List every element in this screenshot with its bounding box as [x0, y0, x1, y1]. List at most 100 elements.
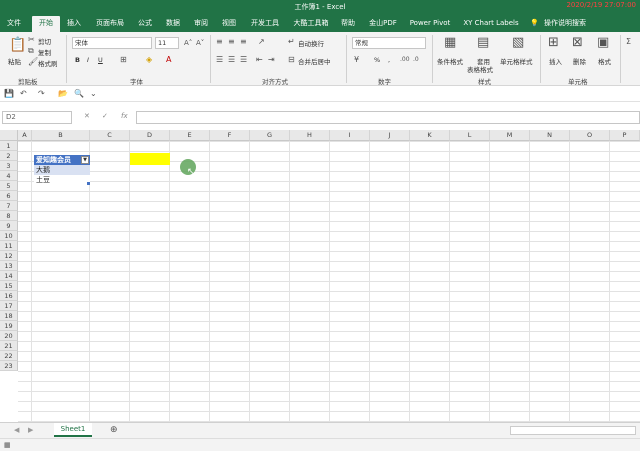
decrease-indent-icon[interactable]: ⇤ — [256, 56, 263, 64]
add-sheet-button[interactable]: ⊕ — [110, 426, 118, 435]
tab-toolbox[interactable]: 大酷工具箱 — [290, 17, 332, 30]
sheet-tab[interactable]: Sheet1 — [54, 423, 92, 437]
underline-button[interactable]: U — [98, 56, 103, 64]
row-header-8[interactable]: 8 — [0, 211, 18, 221]
row-header-11[interactable]: 11 — [0, 241, 18, 251]
row-header-6[interactable]: 6 — [0, 191, 18, 201]
align-bottom-icon[interactable]: ≡ — [240, 38, 247, 46]
column-header-k[interactable]: K — [410, 130, 450, 141]
next-sheet-icon[interactable]: ▶ — [28, 426, 33, 434]
fill-color-icon[interactable]: ◈ — [146, 56, 152, 64]
table-resize-handle[interactable] — [87, 182, 90, 185]
tab-file[interactable]: 文件 — [4, 17, 24, 30]
row-header-13[interactable]: 13 — [0, 261, 18, 271]
tab-data[interactable]: 数据 — [163, 17, 183, 30]
table-row[interactable]: 大鹅 — [34, 165, 90, 175]
column-header-p[interactable]: P — [610, 130, 640, 141]
column-header-a[interactable]: A — [18, 130, 32, 141]
row-header-12[interactable]: 12 — [0, 251, 18, 261]
open-folder-icon[interactable]: 📂 — [58, 90, 68, 98]
border-icon[interactable]: ⊞ — [120, 56, 127, 64]
column-header-d[interactable]: D — [130, 130, 170, 141]
percent-button[interactable]: % — [374, 56, 380, 64]
align-center-icon[interactable]: ☰ — [228, 56, 235, 64]
column-header-j[interactable]: J — [370, 130, 410, 141]
selected-cell-d2[interactable] — [130, 153, 170, 165]
increase-indent-icon[interactable]: ⇥ — [268, 56, 275, 64]
tab-help[interactable]: 帮助 — [338, 17, 358, 30]
tab-formulas[interactable]: 公式 — [135, 17, 155, 30]
column-header-n[interactable]: N — [530, 130, 570, 141]
tab-page-layout[interactable]: 页面布局 — [92, 17, 128, 30]
tab-wps-pdf[interactable]: 金山PDF — [366, 17, 400, 30]
row-header-15[interactable]: 15 — [0, 281, 18, 291]
align-left-icon[interactable]: ☰ — [216, 56, 223, 64]
horizontal-scrollbar[interactable] — [510, 426, 636, 435]
orientation-icon[interactable]: ↗ — [258, 38, 265, 46]
increase-decimal-icon[interactable]: .00 — [400, 56, 410, 64]
row-header-22[interactable]: 22 — [0, 351, 18, 361]
wrap-text-button[interactable]: 自动换行 — [298, 38, 324, 48]
column-header-l[interactable]: L — [450, 130, 490, 141]
format-painter-button[interactable]: 格式刷 — [38, 58, 58, 68]
bold-button[interactable]: B — [75, 56, 80, 64]
grow-font-icon[interactable]: A˄ — [184, 39, 192, 47]
row-header-9[interactable]: 9 — [0, 221, 18, 231]
paste-icon[interactable]: 📋 — [9, 38, 26, 52]
column-header-m[interactable]: M — [490, 130, 530, 141]
column-header-g[interactable]: G — [250, 130, 290, 141]
row-header-14[interactable]: 14 — [0, 271, 18, 281]
align-middle-icon[interactable]: ≡ — [228, 38, 235, 46]
undo-icon[interactable]: ↶ — [20, 90, 27, 98]
currency-icon[interactable]: ¥ — [354, 56, 359, 64]
font-name-select[interactable]: 宋体 — [72, 37, 152, 49]
tab-insert[interactable]: 插入 — [64, 17, 84, 30]
save-icon[interactable]: 💾 — [4, 90, 14, 98]
tab-review[interactable]: 审阅 — [191, 17, 211, 30]
row-header-5[interactable]: 5 — [0, 181, 18, 191]
font-size-select[interactable]: 11 — [155, 37, 179, 49]
cell-styles-button[interactable]: 单元格样式 — [500, 56, 533, 66]
row-header-23[interactable]: 23 — [0, 361, 18, 371]
decrease-decimal-icon[interactable]: .0 — [413, 56, 419, 64]
row-header-18[interactable]: 18 — [0, 311, 18, 321]
column-header-h[interactable]: H — [290, 130, 330, 141]
align-top-icon[interactable]: ≡ — [216, 38, 223, 46]
row-header-4[interactable]: 4 — [0, 171, 18, 181]
insert-function-button[interactable]: fx — [121, 112, 128, 120]
cancel-icon[interactable]: ✕ — [84, 112, 90, 120]
row-header-21[interactable]: 21 — [0, 341, 18, 351]
format-cells-button[interactable]: 格式 — [598, 56, 611, 66]
paste-button[interactable]: 粘贴 — [8, 56, 21, 66]
customize-qat-icon[interactable]: ⌄ — [90, 90, 97, 98]
sum-icon[interactable]: Σ — [626, 38, 631, 46]
enter-icon[interactable]: ✓ — [102, 112, 108, 120]
name-box[interactable]: D2 — [2, 111, 72, 124]
italic-button[interactable]: I — [87, 56, 89, 64]
tab-home[interactable]: 开始 — [32, 16, 60, 32]
number-format-select[interactable]: 常规 — [352, 37, 426, 49]
column-header-i[interactable]: I — [330, 130, 370, 141]
column-header-e[interactable]: E — [170, 130, 210, 141]
table-row[interactable]: 土豆 — [34, 175, 90, 185]
cut-button[interactable]: 剪切 — [38, 36, 51, 46]
row-header-1[interactable]: 1 — [0, 141, 18, 151]
row-header-7[interactable]: 7 — [0, 201, 18, 211]
formula-input[interactable] — [136, 111, 640, 124]
column-header-o[interactable]: O — [570, 130, 610, 141]
row-header-3[interactable]: 3 — [0, 161, 18, 171]
prev-sheet-icon[interactable]: ◀ — [14, 426, 19, 434]
tell-me-search[interactable]: 操作说明搜索 — [542, 17, 588, 30]
row-header-17[interactable]: 17 — [0, 301, 18, 311]
row-header-2[interactable]: 2 — [0, 151, 18, 161]
column-header-b[interactable]: B — [32, 130, 90, 141]
tab-developer[interactable]: 开发工具 — [248, 17, 282, 30]
insert-cells-button[interactable]: 插入 — [549, 56, 562, 66]
macro-record-icon[interactable]: ▦ — [4, 441, 11, 449]
column-header-f[interactable]: F — [210, 130, 250, 141]
tab-xy-chart-labels[interactable]: XY Chart Labels — [460, 17, 522, 30]
select-all-corner[interactable] — [0, 130, 18, 141]
redo-icon[interactable]: ↷ — [38, 90, 45, 98]
conditional-format-button[interactable]: 条件格式 — [437, 56, 463, 66]
print-preview-icon[interactable]: 🔍 — [74, 90, 84, 98]
